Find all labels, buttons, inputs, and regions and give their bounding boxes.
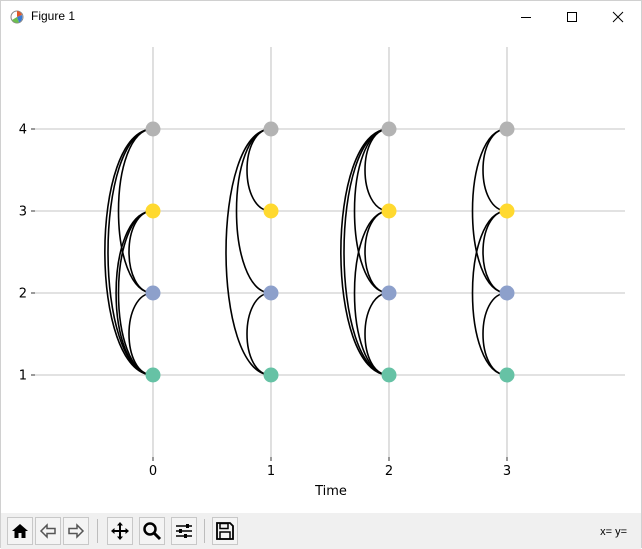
graph-node	[263, 367, 279, 383]
graph-edge	[482, 128, 508, 212]
graph-node	[499, 121, 515, 137]
y-tick-label: 2	[19, 287, 27, 302]
graph-edge	[343, 128, 390, 376]
pan-icon	[111, 522, 129, 540]
graph-edge	[482, 292, 508, 376]
graph-node	[145, 285, 161, 301]
plot-canvas[interactable]: 0 1 2 3 1 2 3 4 Time	[1, 33, 641, 511]
graph-edge	[364, 210, 390, 294]
forward-button[interactable]	[63, 517, 89, 545]
save-button[interactable]	[212, 517, 238, 545]
zoom-icon	[143, 522, 162, 541]
back-button[interactable]	[35, 517, 61, 545]
graph-node	[263, 285, 279, 301]
x-axis-label: Time	[314, 484, 347, 499]
x-tick-label: 0	[149, 464, 157, 479]
back-icon	[39, 523, 56, 539]
nodes	[145, 121, 515, 383]
minimize-button[interactable]	[503, 1, 549, 33]
minimize-icon	[521, 17, 531, 18]
x-tick-label: 2	[385, 464, 393, 479]
forward-icon	[68, 523, 85, 539]
graph-node	[145, 203, 161, 219]
x-tick-label: 1	[267, 464, 275, 479]
close-button[interactable]	[595, 1, 641, 33]
edges	[104, 128, 508, 376]
configure-icon	[176, 524, 192, 538]
graph-node	[263, 121, 279, 137]
graph-node	[499, 285, 515, 301]
x-tick-label: 3	[503, 464, 511, 479]
graph-node	[499, 203, 515, 219]
figure-app-icon	[10, 10, 24, 24]
zoom-button[interactable]	[139, 517, 165, 545]
home-icon	[12, 524, 28, 538]
y-tick-label: 4	[19, 123, 27, 138]
configure-subplots-button[interactable]	[171, 517, 197, 545]
save-icon	[216, 522, 234, 540]
pan-button[interactable]	[107, 517, 133, 545]
graph-node	[381, 203, 397, 219]
y-tick-label: 1	[19, 369, 27, 384]
graph-node	[499, 367, 515, 383]
maximize-button[interactable]	[549, 1, 595, 33]
title-bar[interactable]: Figure 1	[1, 1, 641, 33]
figure-window: Figure 1 0 1 2 3 1 2 3 4 Time x= y=	[0, 0, 642, 549]
navigation-toolbar: x= y=	[1, 513, 641, 549]
toolbar-separator	[204, 519, 205, 543]
home-button[interactable]	[7, 517, 33, 545]
coordinate-readout: x= y=	[600, 526, 627, 538]
maximize-icon	[567, 12, 577, 22]
graph-edge	[225, 128, 272, 376]
graph-node	[145, 121, 161, 137]
y-tick-label: 3	[19, 205, 27, 220]
graph-node	[381, 367, 397, 383]
graph-node	[263, 203, 279, 219]
graph-edge	[107, 128, 154, 376]
graph-node	[381, 285, 397, 301]
graph-edge	[482, 210, 508, 294]
tick-labels: 0 1 2 3 1 2 3 4	[19, 123, 511, 480]
toolbar-separator	[97, 519, 98, 543]
graph-node	[381, 121, 397, 137]
graph-node	[145, 367, 161, 383]
close-icon	[612, 11, 624, 23]
window-title: Figure 1	[31, 9, 76, 23]
